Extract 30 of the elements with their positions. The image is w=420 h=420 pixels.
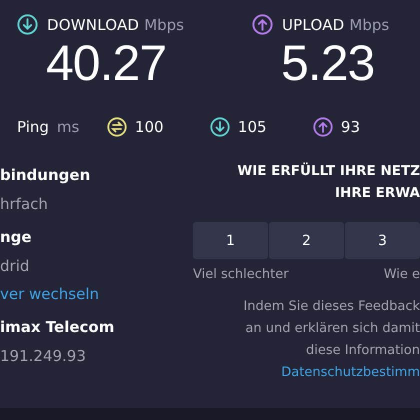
rating-button[interactable]: 3 [345, 222, 420, 259]
consent-text: diese Information [306, 342, 420, 360]
speed-unit: Mbps [349, 16, 390, 34]
privacy-link[interactable]: Datenschutzbestimm [281, 362, 420, 384]
ping-value: 93 [340, 118, 360, 136]
ping-icon [106, 117, 127, 137]
info-value: 191.249.93 [0, 346, 86, 367]
speed-value: 5.23 [281, 35, 376, 91]
speed-label: DOWNLOAD [47, 16, 140, 34]
info-value: hrfach [0, 194, 48, 215]
info-heading: bindungen [0, 165, 90, 186]
ping-unit: ms [56, 118, 80, 136]
scale-label: Wie e [384, 267, 420, 282]
info-value: drid [0, 256, 30, 277]
ping-value: 105 [238, 118, 267, 136]
consent-text: Indem Sie dieses Feedback [243, 298, 420, 316]
info-heading: nge [0, 227, 32, 248]
feedback-question: IHRE ERWA [335, 184, 420, 203]
rating-button[interactable]: 1 [193, 222, 268, 259]
ping-value: 100 [134, 118, 164, 136]
feedback-question: WIE ERFÜLLT IHRE NETZ [237, 162, 420, 181]
speed-unit: Mbps [144, 16, 184, 34]
change-server-link[interactable]: ver wechseln [0, 280, 100, 308]
ping-label: Ping [17, 118, 49, 136]
info-heading: imax Telecom [0, 317, 114, 338]
rating-button[interactable]: 2 [269, 222, 344, 259]
consent-text: an und erklären sich damit [245, 320, 420, 338]
scale-label: Viel schlechter [193, 267, 289, 282]
speed-label: UPLOAD [282, 16, 344, 34]
speed-value: 40.27 [46, 35, 168, 91]
